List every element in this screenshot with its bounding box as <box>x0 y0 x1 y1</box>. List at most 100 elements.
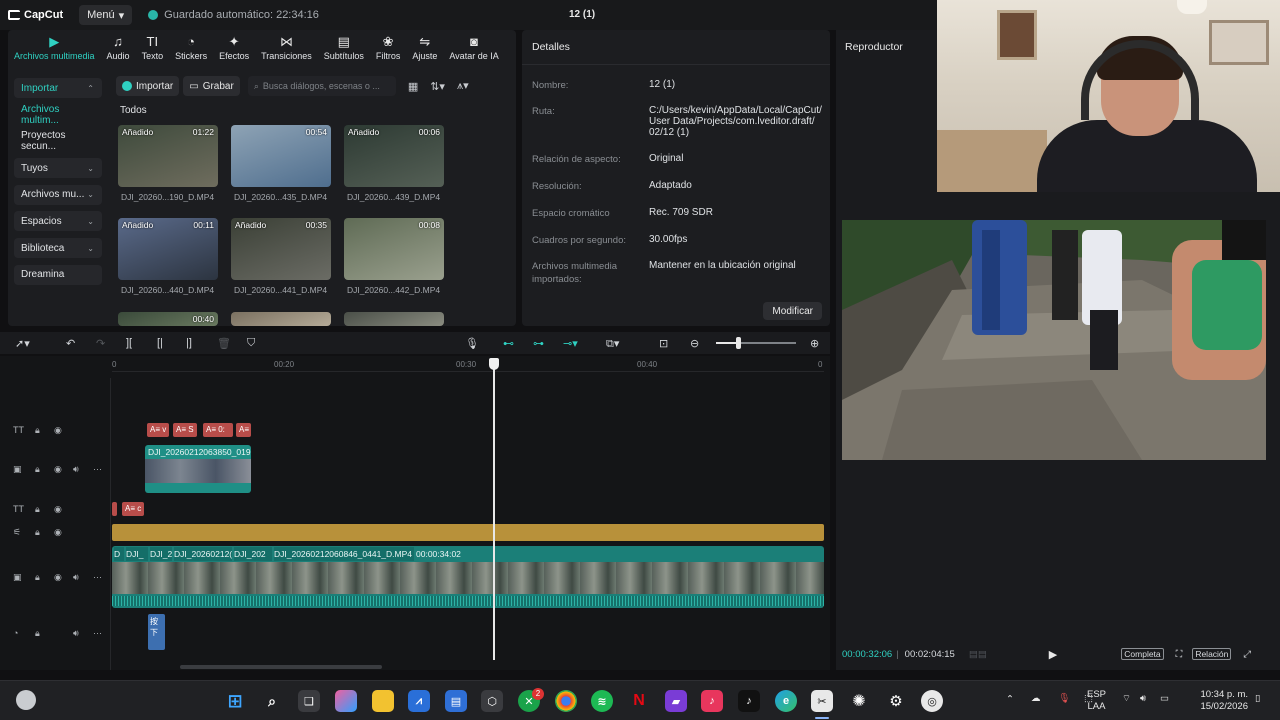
select-tool-icon[interactable]: ➚▾ <box>15 337 30 350</box>
main-clip-label[interactable]: D <box>114 547 124 561</box>
undo-icon[interactable]: ↶ <box>66 337 75 350</box>
timeline-scrollbar[interactable] <box>180 665 382 669</box>
media-thumbnail[interactable]: 00:40 <box>118 312 218 326</box>
lock-icon[interactable]: 🔒︎ <box>35 425 40 436</box>
audio-clip[interactable]: 按下 <box>148 614 165 650</box>
menu-button[interactable]: Menú ▾ <box>79 5 133 25</box>
speaker-icon[interactable]: 🔊︎ <box>73 572 79 583</box>
split-left-icon[interactable]: [| <box>157 337 163 349</box>
sidebar-item[interactable]: Archivos mu... ⌄ <box>14 184 102 205</box>
windows-start-icon[interactable]: ⊞ <box>224 690 246 712</box>
edge-icon[interactable]: e <box>775 690 797 712</box>
fullscreen-icon[interactable]: ⤢ <box>1243 649 1251 660</box>
lock-icon[interactable]: 🔒︎ <box>35 527 40 538</box>
main-clip-label[interactable]: DJI_ <box>126 547 148 561</box>
linkage-icon[interactable]: ⊸▾ <box>563 337 578 350</box>
media-thumbnail[interactable] <box>231 312 331 326</box>
eye-icon[interactable]: ◉ <box>54 504 62 515</box>
media-filter-all[interactable]: Todos <box>120 105 147 116</box>
text-clip[interactable]: A≡ v <box>147 423 169 437</box>
full-quality-button[interactable]: Completa <box>1121 648 1164 660</box>
eye-icon[interactable]: ◉ <box>54 527 62 538</box>
timecode-grid-icon[interactable]: ▤▤ <box>969 649 987 660</box>
store-icon[interactable]: ▤ <box>445 690 467 712</box>
task-view-icon[interactable]: ❑ <box>298 690 320 712</box>
more-icon[interactable]: ··· <box>93 572 102 582</box>
microphone-icon[interactable]: 🎙 <box>465 337 479 350</box>
lock-icon[interactable]: 🔒︎ <box>35 504 40 515</box>
preview-axis-icon[interactable]: ⧉▾ <box>606 337 619 351</box>
clock[interactable]: 10:34 p. m. 15/02/2026 <box>1192 689 1248 713</box>
sidebar-item[interactable]: Importar ⌃ <box>14 78 102 98</box>
battery-icon[interactable]: ▭ <box>1160 693 1169 705</box>
delete-icon[interactable]: 🗑 <box>217 337 231 350</box>
speaker-icon[interactable]: 🔊︎ <box>73 464 79 475</box>
eye-icon[interactable]: ◉ <box>54 572 62 583</box>
app-icon-2[interactable]: ⚙ <box>885 690 907 712</box>
redo-icon[interactable]: ↷ <box>96 337 105 350</box>
wifi-icon[interactable]: ⌔ <box>1122 693 1131 705</box>
text-clip[interactable]: A≡ S <box>173 423 197 437</box>
tiktok-icon[interactable]: ♪ <box>738 690 760 712</box>
capcut-taskbar-icon[interactable]: ✂ <box>811 690 833 712</box>
language-indicator[interactable]: ESP LAA <box>1087 689 1106 713</box>
filter-icon[interactable]: ⩚▾ <box>457 79 469 93</box>
media-thumbnail[interactable]: Añadido 00:06 <box>344 125 444 187</box>
more-icon[interactable]: ··· <box>93 628 102 638</box>
main-track-magnet-icon[interactable]: ⊷ <box>503 337 514 350</box>
text-clip[interactable]: A≡ <box>236 423 251 437</box>
toolbar-tab-transiciones[interactable]: ⋈ Transiciones <box>255 35 318 62</box>
fit-timeline-icon[interactable]: ⊡ <box>659 337 668 350</box>
main-clip-label[interactable]: DJI_20260212060846_0441_D.MP4 <box>274 547 414 561</box>
video-preview[interactable] <box>842 220 1266 460</box>
lock-icon[interactable]: 🔒︎ <box>35 464 40 475</box>
toolbar-tab-archivos-multimedia[interactable]: ▶ Archivos multimedia <box>8 35 101 62</box>
split-icon[interactable]: ][ <box>126 337 132 349</box>
toolbar-tab-texto[interactable]: TI Texto <box>136 35 170 62</box>
obs-icon[interactable]: ◎ <box>921 690 943 712</box>
playhead-line[interactable] <box>493 358 495 660</box>
sidebar-item[interactable]: Tuyos ⌄ <box>14 158 102 179</box>
toolbar-tab-ajuste[interactable]: ⇋ Ajuste <box>406 35 443 62</box>
auto-snap-icon[interactable]: ⊶ <box>533 337 544 350</box>
sidebar-item[interactable]: Proyectos secun... <box>14 130 102 152</box>
toolbar-tab-audio[interactable]: ♫ Audio <box>101 35 136 62</box>
lock-icon[interactable]: 🔒︎ <box>35 628 40 639</box>
zoom-slider[interactable] <box>716 337 796 349</box>
toolbar-tab-avatar-de-ia[interactable]: ◙ Avatar de IA <box>443 35 504 62</box>
toolbar-tab-stickers[interactable]: ◔ Stickers <box>169 35 213 62</box>
zoom-slider-handle[interactable] <box>736 337 741 349</box>
playhead-handle[interactable] <box>489 358 499 370</box>
spotify-icon[interactable]: ≋ <box>591 690 613 712</box>
zoom-out-icon[interactable]: ⊖ <box>690 337 699 350</box>
marker-icon[interactable]: ⛉ <box>247 337 255 350</box>
chatgpt-icon[interactable]: ✺ <box>848 690 870 712</box>
mic-tray-icon[interactable]: 🎙 <box>1058 693 1070 705</box>
lock-icon[interactable]: 🔒︎ <box>35 572 40 583</box>
main-clip-label[interactable]: DJI_202 <box>234 547 272 561</box>
media-thumbnail[interactable] <box>344 312 444 326</box>
toolbar-tab-filtros[interactable]: ❀ Filtros <box>370 35 407 62</box>
sidebar-item[interactable]: Dreamina <box>14 264 102 285</box>
file-explorer-icon[interactable] <box>372 690 394 712</box>
sidebar-item[interactable]: Archivos multim... <box>14 104 102 126</box>
sort-icon[interactable]: ⇅▾ <box>430 80 445 93</box>
app-icon[interactable]: ⬡ <box>481 690 503 712</box>
sidebar-item[interactable]: Biblioteca ⌄ <box>14 238 102 259</box>
overlay-video-clip[interactable]: DJI_20260212063850_019 <box>145 445 251 493</box>
toolbar-tab-efectos[interactable]: ✦ Efectos <box>213 35 255 62</box>
play-icon[interactable]: ▶ <box>1049 648 1057 661</box>
chrome-icon[interactable] <box>555 690 577 712</box>
eye-icon[interactable]: ◉ <box>54 425 62 436</box>
zoom-in-icon[interactable]: ⊕ <box>810 337 819 350</box>
editor-app-icon[interactable]: ⩘ <box>408 690 430 712</box>
netflix-icon[interactable]: N <box>628 690 650 712</box>
media-thumbnail[interactable]: Añadido 00:11 <box>118 218 218 280</box>
timeline-ruler[interactable]: 0 00:20 00:30 00:40 0 <box>112 356 824 372</box>
media-thumbnail[interactable]: 00:54 <box>231 125 331 187</box>
sidebar-item[interactable]: Espacios ⌄ <box>14 211 102 232</box>
speaker-icon[interactable]: 🔊︎ <box>73 628 79 639</box>
search-icon[interactable]: ⌕ <box>261 690 283 712</box>
clapper-icon[interactable]: ▰ <box>665 690 687 712</box>
tray-chevron-up-icon[interactable]: ⌃ <box>1006 694 1014 706</box>
